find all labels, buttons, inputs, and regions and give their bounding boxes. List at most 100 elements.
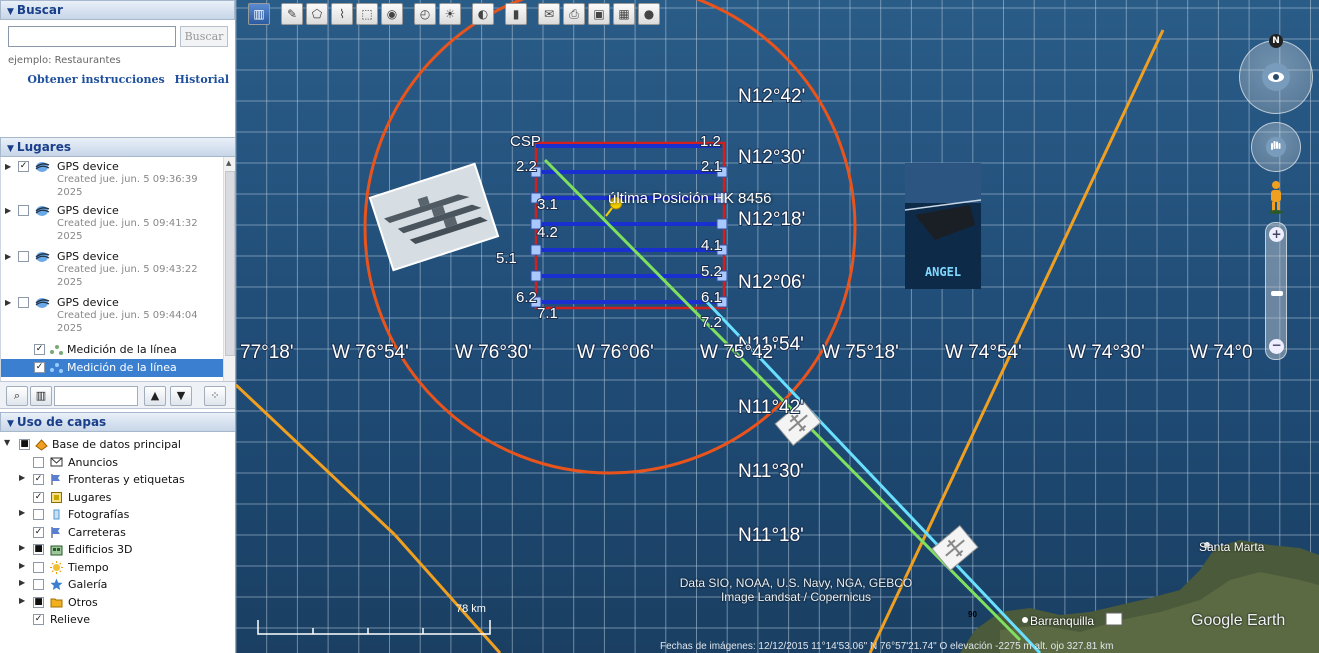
- layer-row[interactable]: ▶ ✓ Fronteras y etiquetas: [0, 471, 235, 489]
- item-title: GPS device: [57, 204, 119, 217]
- search-panel-header[interactable]: ▼ Buscar: [0, 0, 235, 20]
- polygon-icon[interactable]: ⬠: [306, 3, 328, 25]
- places-scrollbar[interactable]: ▲ ▼: [223, 157, 235, 397]
- email-icon[interactable]: ✉: [538, 3, 560, 25]
- layer-label: Anuncios: [68, 455, 119, 469]
- checkbox[interactable]: [18, 205, 29, 216]
- ruler-icon[interactable]: ▮: [505, 3, 527, 25]
- print-icon[interactable]: ⎙: [563, 3, 585, 25]
- latitude-label: N11°18': [738, 525, 804, 546]
- path-icon[interactable]: ⌇: [331, 3, 353, 25]
- gps-globe-icon: [35, 252, 50, 262]
- expand-arrow-icon[interactable]: ▶: [5, 162, 11, 171]
- expand-arrow-icon[interactable]: ▶: [5, 252, 11, 261]
- expand-arrow-icon[interactable]: ▶: [5, 206, 11, 215]
- record-tour-icon[interactable]: ◉: [381, 3, 403, 25]
- checkbox[interactable]: ✓: [33, 491, 44, 503]
- places-filter-field[interactable]: [54, 386, 138, 406]
- move-up-button[interactable]: ▲: [144, 386, 166, 406]
- history-link[interactable]: Historial: [175, 73, 229, 86]
- scroll-thumb[interactable]: [225, 171, 235, 356]
- save-image-icon[interactable]: ▣: [588, 3, 610, 25]
- checkbox[interactable]: ■: [19, 439, 30, 450]
- list-item[interactable]: ▶ GPS device Created jue. jun. 5 09:43:2…: [1, 249, 235, 295]
- places-panel-header[interactable]: ▼ Lugares: [0, 137, 235, 157]
- list-item-measure-2[interactable]: ✓ Medición de la línea: [1, 359, 235, 377]
- layer-row[interactable]: ▶ ■ Edificios 3D: [0, 541, 235, 559]
- layer-row[interactable]: ✓ Relieve: [0, 611, 235, 629]
- list-item[interactable]: ▶ ✓ GPS device Created jue. jun. 5 09:36…: [1, 159, 235, 205]
- move-down-button[interactable]: ▼: [170, 386, 192, 406]
- checkbox[interactable]: [33, 579, 44, 590]
- checkbox[interactable]: ■: [33, 544, 44, 555]
- zoom-in-icon[interactable]: +: [1269, 227, 1284, 242]
- expand-arrow-icon[interactable]: ▶: [5, 298, 11, 307]
- checkbox[interactable]: ✓: [18, 161, 29, 172]
- earth-3d-view[interactable]: ANGEL N12°42' N12°30' N12°18' N12°06' N11°54…: [236, 0, 1319, 653]
- helicopter-poster-overlay[interactable]: ANGEL: [904, 163, 982, 289]
- placemark-icon[interactable]: ✎: [281, 3, 303, 25]
- checkbox[interactable]: ✓: [33, 474, 44, 485]
- places-panel: ▼ Lugares ▶ ✓ GPS device Created jue. jun…: [0, 137, 235, 397]
- expand-arrow-icon[interactable]: ▶: [19, 561, 25, 570]
- view-in-maps-icon[interactable]: ▦: [613, 3, 635, 25]
- layer-row[interactable]: ✓ Carreteras: [0, 524, 235, 542]
- layers-panel-header[interactable]: ▼ Uso de capas: [0, 412, 235, 432]
- layer-row[interactable]: ▶ Fotografías: [0, 506, 235, 524]
- item-subtitle: Created jue. jun. 5 09:43:22 2025: [57, 264, 198, 288]
- expand-arrow-icon[interactable]: ▼: [4, 438, 10, 447]
- checkbox[interactable]: ■: [33, 596, 44, 608]
- layer-row[interactable]: ▶ Tiempo: [0, 559, 235, 577]
- expand-arrow-icon[interactable]: ▶: [19, 473, 25, 482]
- waypoint-label: 6.2: [516, 289, 537, 306]
- north-indicator[interactable]: N: [1269, 34, 1283, 48]
- list-item[interactable]: ▶ GPS device Created jue. jun. 5 09:44:0…: [1, 295, 235, 341]
- checkbox[interactable]: ✓: [34, 362, 45, 373]
- checkbox[interactable]: ✓: [33, 614, 44, 625]
- expand-arrow-icon[interactable]: ▶: [19, 508, 25, 517]
- layer-label: Fronteras y etiquetas: [68, 473, 185, 486]
- zoom-out-icon[interactable]: −: [1269, 339, 1284, 354]
- list-item[interactable]: ▶ GPS device Created jue. jun. 5 09:41:3…: [1, 203, 235, 249]
- expand-arrow-icon[interactable]: ▶: [19, 543, 25, 552]
- sidebar-toggle-icon[interactable]: ▥: [248, 3, 270, 25]
- item-subtitle: Created jue. jun. 5 09:44:04 2025: [57, 310, 198, 334]
- search-button[interactable]: Buscar: [180, 26, 228, 47]
- layer-row[interactable]: ▶ Galería: [0, 576, 235, 594]
- scroll-up-icon[interactable]: ▲: [226, 159, 231, 167]
- toggle-panel-button[interactable]: ▥: [30, 386, 52, 406]
- list-item-measure-1[interactable]: ✓ Medición de la línea: [1, 341, 235, 359]
- layer-row[interactable]: ▶ ■ Otros: [0, 594, 235, 612]
- checkbox[interactable]: [33, 561, 44, 573]
- historical-imagery-icon[interactable]: ◴: [414, 3, 436, 25]
- sunlight-icon[interactable]: ☀: [439, 3, 461, 25]
- zoom-slider[interactable]: + −: [1265, 222, 1287, 360]
- expand-arrow-icon[interactable]: ▶: [19, 596, 25, 605]
- map-canvas[interactable]: ANGEL N12°42'N12°30'N12°18'N12°06'N11°54…: [236, 0, 1319, 653]
- search-input[interactable]: [8, 26, 176, 47]
- layer-row[interactable]: ✓ Lugares: [0, 489, 235, 507]
- layer-label: Carreteras: [68, 525, 126, 539]
- checkbox[interactable]: [33, 456, 44, 468]
- hand-move-icon[interactable]: [1265, 136, 1287, 158]
- layer-label: Fotografías: [68, 508, 130, 521]
- planets-icon[interactable]: ◐: [472, 3, 494, 25]
- layer-row[interactable]: Anuncios: [0, 454, 235, 472]
- checkbox[interactable]: [18, 297, 29, 308]
- directions-link[interactable]: Obtener instrucciones: [27, 73, 164, 86]
- checkbox[interactable]: ✓: [34, 344, 45, 355]
- checkbox[interactable]: [33, 509, 44, 520]
- earth-icon[interactable]: ●: [638, 3, 660, 25]
- expand-arrow-icon[interactable]: ▶: [19, 578, 25, 587]
- layer-row-database[interactable]: ▼ ■ Base de datos principal: [0, 436, 235, 454]
- item-title: Medición de la línea: [67, 343, 177, 356]
- path-tool-button[interactable]: ⁘: [204, 386, 226, 406]
- checkbox[interactable]: ✓: [33, 526, 44, 538]
- street-view-pegman-icon[interactable]: [1267, 180, 1285, 214]
- checkbox[interactable]: [18, 251, 29, 262]
- image-overlay-icon[interactable]: ⬚: [356, 3, 378, 25]
- search-places-button[interactable]: ⌕: [6, 386, 28, 406]
- poster-title: ANGEL: [925, 265, 961, 279]
- eye-icon[interactable]: [1261, 62, 1291, 92]
- waypoint-label: 4.2: [537, 224, 558, 241]
